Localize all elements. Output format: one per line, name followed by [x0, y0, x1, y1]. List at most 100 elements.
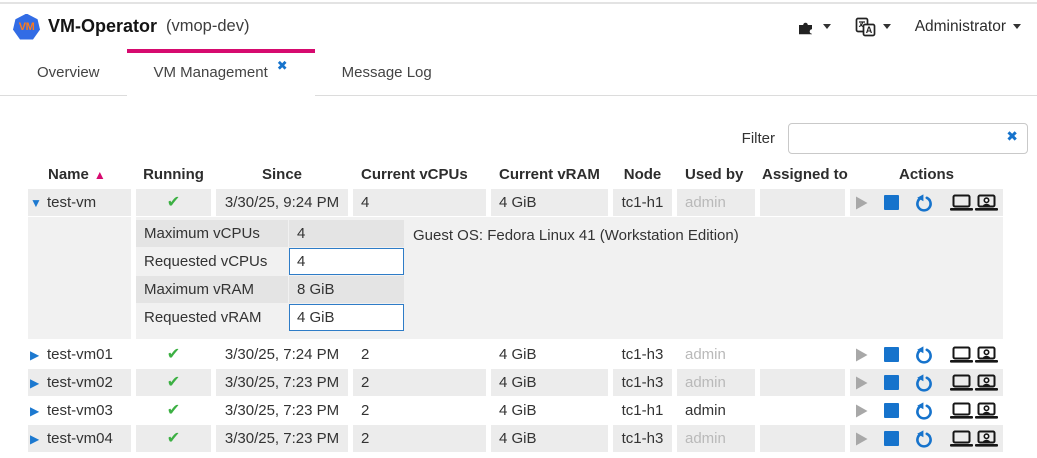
node-cell: tc1-h3 — [613, 369, 672, 396]
clear-filter-icon[interactable]: ✖ — [1006, 128, 1018, 145]
expand-row-icon[interactable]: ▶ — [30, 370, 47, 396]
since-cell: 3/30/25, 7:23 PM — [216, 369, 348, 396]
column-header-label: Actions — [899, 166, 954, 183]
puzzle-icon — [797, 18, 816, 36]
start-vm-button[interactable] — [854, 347, 869, 363]
console-icon — [949, 346, 974, 363]
current-vcpus-cell: 2 — [353, 369, 486, 396]
expand-row-icon[interactable]: ▶ — [30, 342, 47, 368]
user-menu-button[interactable]: Administrator — [915, 18, 1021, 36]
column-header-node[interactable]: Node — [613, 163, 672, 187]
expand-row-icon[interactable]: ▼ — [30, 190, 47, 216]
current-vram-cell: 4 GiB — [491, 425, 608, 452]
console-in-use-icon — [974, 402, 999, 419]
assigned-to-cell — [760, 189, 845, 216]
open-console-button[interactable] — [949, 346, 999, 363]
requested-vram-label: Requested vRAM — [136, 304, 288, 331]
stop-vm-button[interactable] — [884, 375, 899, 390]
current-vcpus-cell: 2 — [353, 341, 486, 368]
running-status-cell: ✔ — [136, 397, 211, 424]
start-vm-button[interactable] — [854, 195, 869, 211]
app-subtitle: (vmop-dev) — [166, 17, 249, 36]
filter-input[interactable] — [788, 123, 1028, 154]
stop-vm-button[interactable] — [884, 195, 899, 210]
requested-vcpus-input[interactable] — [289, 248, 404, 275]
node-cell: tc1-h3 — [613, 425, 672, 452]
stop-vm-button[interactable] — [884, 403, 899, 418]
current-vram-cell: 4 GiB — [491, 341, 608, 368]
start-vm-button[interactable] — [854, 403, 869, 419]
stop-icon — [884, 347, 899, 362]
requested-vram-input[interactable] — [289, 304, 404, 331]
column-header-current-vcpus[interactable]: Current vCPUs — [353, 163, 486, 187]
column-header-running[interactable]: Running — [136, 163, 211, 187]
reset-vm-button[interactable] — [914, 429, 934, 449]
column-header-actions[interactable]: Actions — [850, 163, 1003, 187]
vm-name: test-vm01 — [47, 346, 113, 363]
column-header-since[interactable]: Since — [216, 163, 348, 187]
tab-label: VM Management — [154, 64, 268, 81]
table-row: ▶test-vm04 ✔ 3/30/25, 7:23 PM 2 4 GiB tc… — [28, 425, 1003, 452]
console-icon — [949, 374, 974, 391]
current-vcpus-cell: 2 — [353, 425, 486, 452]
running-status-cell: ✔ — [136, 189, 211, 216]
stop-vm-button[interactable] — [884, 347, 899, 362]
running-status-cell: ✔ — [136, 425, 211, 452]
column-header-used-by[interactable]: Used by — [677, 163, 755, 187]
sort-ascending-icon: ▲ — [94, 168, 106, 182]
expand-row-icon[interactable]: ▶ — [30, 426, 47, 452]
column-header-current-vram[interactable]: Current vRAM — [491, 163, 608, 187]
open-console-button[interactable] — [949, 194, 999, 211]
node-cell: tc1-h1 — [613, 397, 672, 424]
since-cell: 3/30/25, 9:24 PM — [216, 189, 348, 216]
tab-message-log[interactable]: Message Log — [315, 49, 459, 96]
used-by-cell: admin — [677, 369, 755, 396]
maximum-vram-value: 8 GiB — [289, 276, 404, 303]
actions-cell — [850, 189, 1003, 216]
vm-name: test-vm03 — [47, 402, 113, 419]
chevron-down-icon — [823, 24, 831, 29]
components-menu-button[interactable] — [797, 18, 831, 36]
open-console-button[interactable] — [949, 430, 999, 447]
assigned-to-cell — [760, 369, 845, 396]
column-header-label: Current vCPUs — [361, 166, 468, 183]
play-icon — [854, 195, 869, 211]
stop-icon — [884, 431, 899, 446]
expand-row-icon[interactable]: ▶ — [30, 398, 47, 424]
used-by-cell: admin — [677, 425, 755, 452]
open-console-button[interactable] — [949, 374, 999, 391]
reset-vm-button[interactable] — [914, 193, 934, 213]
reset-vm-button[interactable] — [914, 401, 934, 421]
column-header-name[interactable]: Name ▲ — [28, 163, 131, 187]
console-in-use-icon — [974, 346, 999, 363]
open-console-button[interactable] — [949, 402, 999, 419]
vm-name-cell: ▶test-vm02 — [28, 369, 131, 396]
column-header-assigned-to[interactable]: Assigned to — [760, 163, 845, 187]
tab-label: Overview — [37, 64, 100, 81]
close-tab-icon[interactable]: ✖ — [277, 58, 288, 74]
filter-row: Filter ✖ — [0, 123, 1028, 154]
column-header-label: Name — [48, 166, 89, 183]
column-header-label: Current vRAM — [499, 166, 600, 183]
stop-vm-button[interactable] — [884, 431, 899, 446]
tab-overview[interactable]: Overview — [10, 49, 127, 96]
reset-vm-button[interactable] — [914, 345, 934, 365]
current-vcpus-cell: 2 — [353, 397, 486, 424]
reset-vm-button[interactable] — [914, 373, 934, 393]
used-by-cell: admin — [677, 341, 755, 368]
running-check-icon: ✔ — [167, 430, 180, 447]
stop-icon — [884, 375, 899, 390]
filter-box: ✖ — [788, 123, 1028, 154]
table-row: ▶test-vm03 ✔ 3/30/25, 7:23 PM 2 4 GiB tc… — [28, 397, 1003, 424]
column-header-label: Used by — [685, 166, 743, 183]
stop-icon — [884, 403, 899, 418]
assigned-to-cell — [760, 397, 845, 424]
tab-vm-management[interactable]: VM Management ✖ — [127, 49, 315, 96]
app-logo: VM — [13, 14, 40, 40]
node-cell: tc1-h3 — [613, 341, 672, 368]
language-menu-button[interactable]: A — [855, 17, 891, 37]
start-vm-button[interactable] — [854, 375, 869, 391]
filter-label: Filter — [742, 130, 775, 147]
start-vm-button[interactable] — [854, 431, 869, 447]
maximum-vcpus-value: 4 — [289, 220, 404, 247]
